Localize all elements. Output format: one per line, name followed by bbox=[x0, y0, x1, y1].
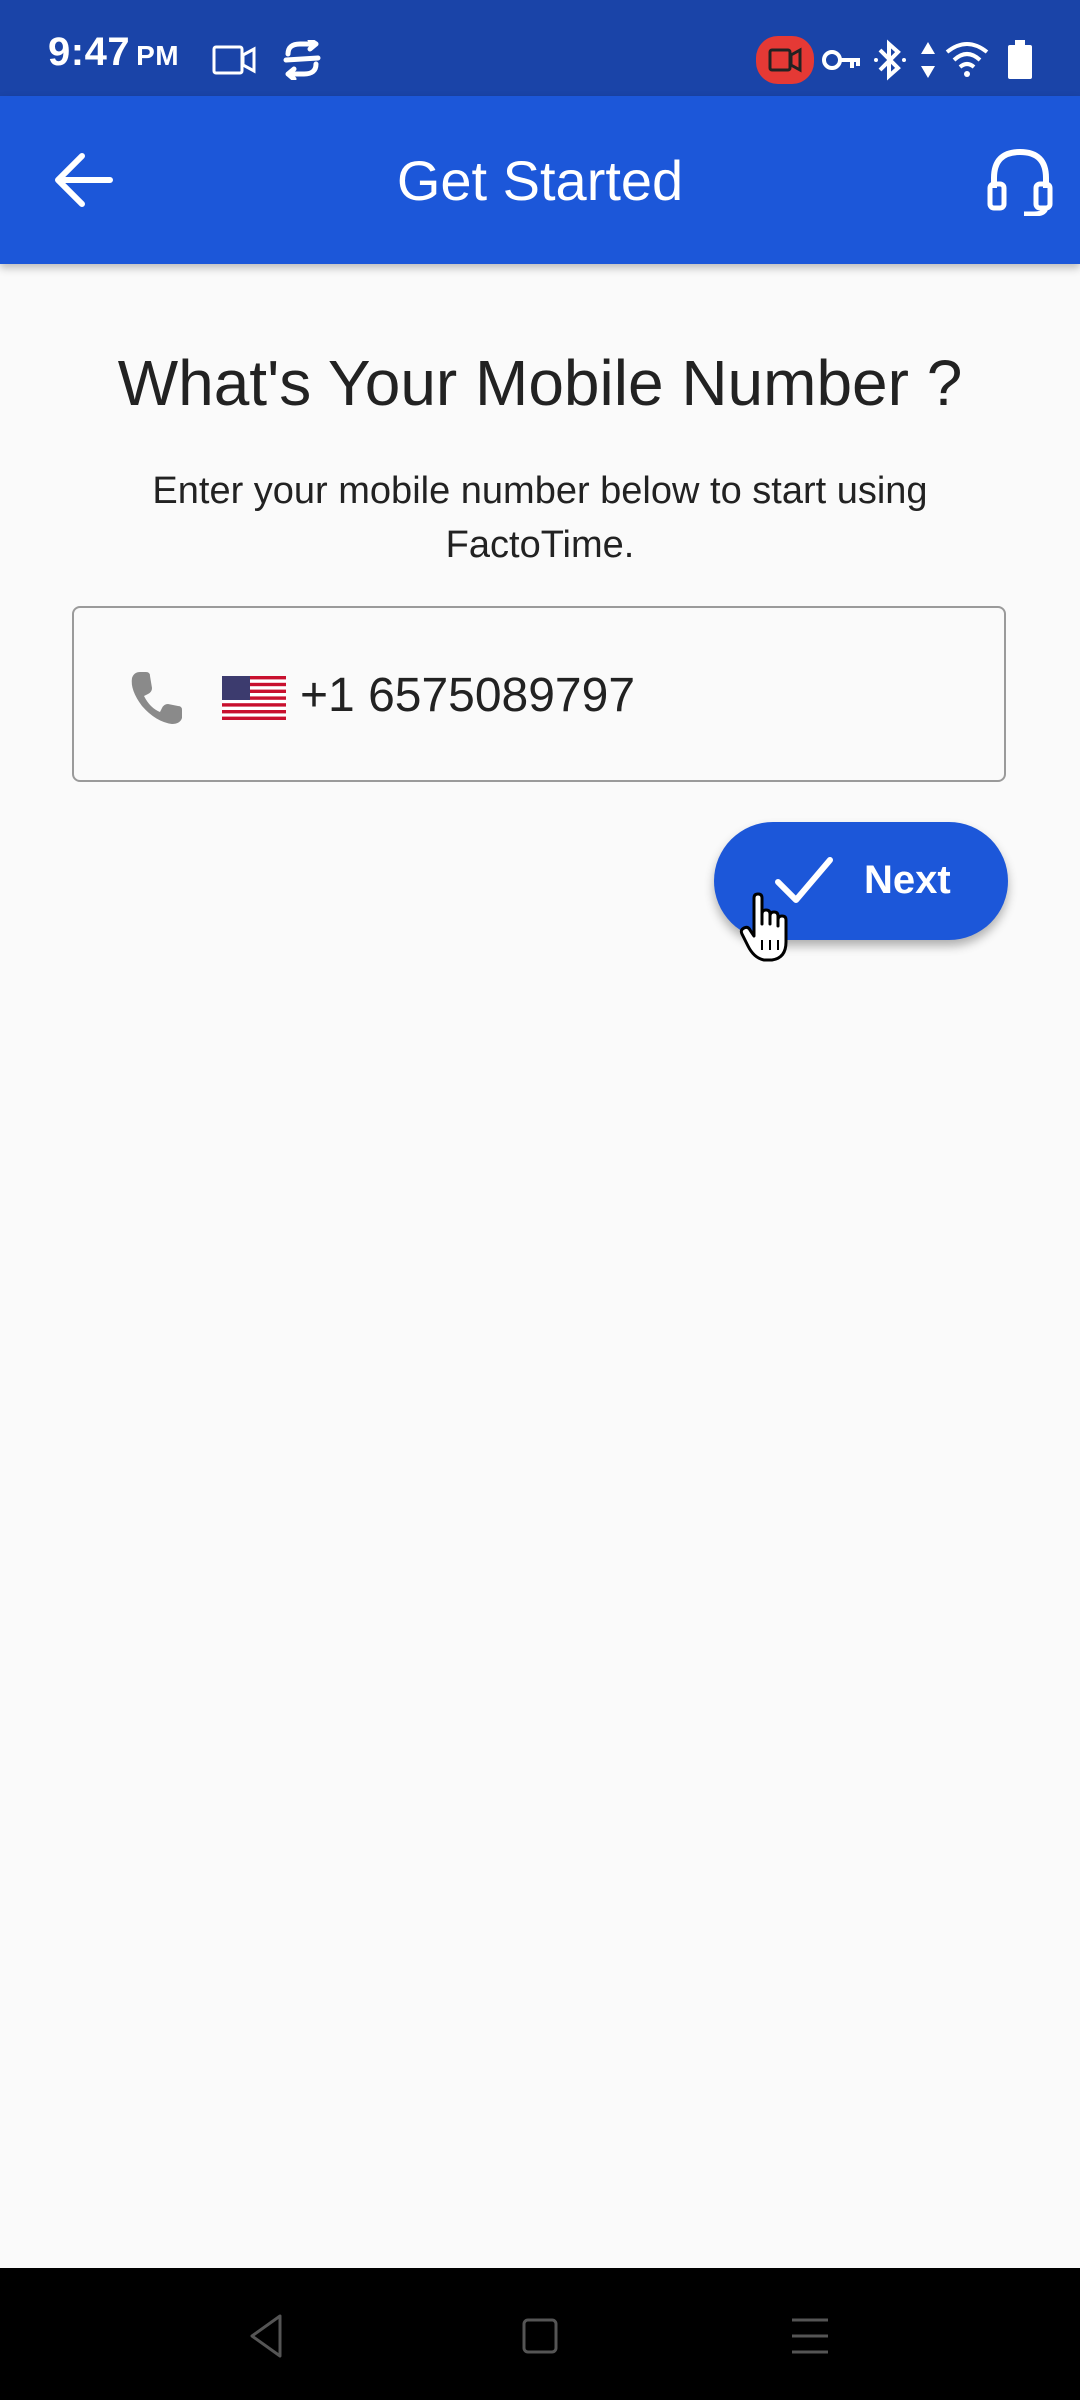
support-button[interactable] bbox=[984, 144, 1056, 217]
app-title: Get Started bbox=[396, 149, 684, 212]
data-arrows-icon bbox=[921, 42, 935, 78]
system-nav-bar bbox=[0, 2268, 1080, 2400]
menu-lines-icon bbox=[792, 2318, 828, 2354]
screen-record-icon bbox=[212, 45, 256, 75]
battery-icon bbox=[1008, 40, 1032, 79]
home-square-icon bbox=[522, 2318, 558, 2354]
back-triangle-icon bbox=[250, 2314, 282, 2358]
headset-icon bbox=[987, 148, 1053, 217]
hand-cursor-icon bbox=[739, 892, 788, 962]
app-bar: Get Started bbox=[0, 96, 1080, 264]
nav-back-button[interactable] bbox=[240, 2308, 296, 2364]
wifi-icon bbox=[945, 42, 989, 77]
status-time-value: 9:47 bbox=[48, 30, 131, 74]
status-time: 9:47 PM bbox=[48, 30, 179, 75]
phone-icon bbox=[131, 672, 182, 724]
page-subtitle: Enter your mobile number below to start … bbox=[152, 470, 928, 566]
link-icon bbox=[283, 40, 321, 80]
recording-indicator-icon bbox=[756, 36, 814, 84]
phone-number-field[interactable] bbox=[72, 606, 1006, 782]
bluetooth-icon bbox=[874, 39, 906, 81]
page-heading: What's Your Mobile Number ? bbox=[117, 347, 963, 419]
nav-home-button[interactable] bbox=[512, 2308, 568, 2364]
status-bar: 9:47 PM bbox=[0, 0, 1080, 96]
vpn-key-icon bbox=[822, 50, 860, 70]
status-time-ampm: PM bbox=[136, 40, 180, 71]
next-button-label: Next bbox=[864, 858, 951, 902]
us-flag-icon[interactable] bbox=[222, 676, 286, 720]
phone-number-input[interactable] bbox=[300, 668, 900, 723]
nav-menu-button[interactable] bbox=[782, 2308, 838, 2364]
